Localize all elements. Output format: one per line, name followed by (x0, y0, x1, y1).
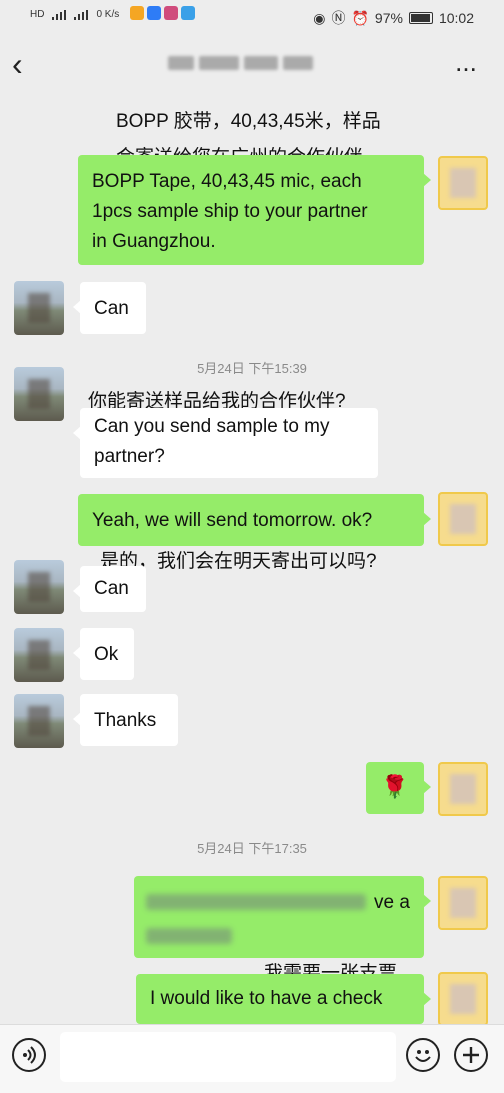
back-icon[interactable]: ‹ (12, 46, 42, 82)
message-bubble[interactable]: Thanks (73, 694, 178, 746)
avatar[interactable] (438, 492, 488, 546)
avatar[interactable] (14, 281, 64, 335)
avatar[interactable] (438, 762, 488, 816)
chat-title-blurred (168, 56, 328, 76)
avatar[interactable] (14, 367, 64, 421)
message-bubble[interactable]: Ok (73, 628, 134, 680)
message-visible-text: ve a (374, 892, 410, 913)
timestamp: 5月24日 下午17:35 (197, 841, 307, 856)
avatar[interactable] (14, 628, 64, 682)
signal-icon (74, 9, 89, 20)
avatar[interactable] (14, 560, 64, 614)
message-bubble[interactable]: BOPP Tape, 40,43,45 mic, each 1pcs sampl… (78, 155, 431, 265)
battery-icon (408, 12, 433, 24)
notification-icons (127, 6, 196, 23)
status-indicators: HD 0 K/s (30, 6, 196, 23)
translation-overlay: BOPP 胶带，40,43,45米，样品 (116, 111, 381, 132)
avatar[interactable] (438, 156, 488, 210)
message-bubble[interactable]: Can (73, 282, 146, 334)
rose-emoji[interactable]: 🌹 (366, 762, 431, 814)
message-bubble[interactable]: Yeah, we will send tomorrow. ok? (78, 494, 431, 546)
message-bubble[interactable]: Can you send sample to my partner? (73, 408, 378, 478)
alarm-icon: ⏰ (351, 9, 369, 26)
avatar[interactable] (14, 694, 64, 748)
avatar[interactable] (438, 876, 488, 930)
plus-icon[interactable] (454, 1038, 488, 1072)
timestamp: 5月24日 下午15:39 (197, 361, 307, 376)
status-bar: HD 0 K/s ◉ Ⓝ ⏰ 97% 10:02 (0, 0, 504, 34)
clock: 10:02 (438, 10, 474, 26)
battery-percent: 97% (374, 10, 403, 26)
emoji-icon[interactable] (406, 1038, 440, 1072)
more-options-icon[interactable]: ... (446, 48, 486, 82)
nfc-icon: Ⓝ (331, 10, 346, 26)
eye-icon: ◉ (313, 9, 326, 26)
signal-icon (52, 9, 67, 20)
hd-label: HD (30, 9, 45, 20)
status-right: ◉ Ⓝ ⏰ 97% 10:02 (313, 8, 474, 28)
network-speed: 0 K/s (96, 9, 120, 20)
avatar[interactable] (438, 972, 488, 1026)
message-input[interactable] (60, 1032, 396, 1082)
message-bubble[interactable]: Can (73, 566, 146, 612)
message-bubble[interactable]: I would like to have a check (136, 974, 431, 1024)
voice-icon[interactable] (12, 1038, 46, 1072)
message-bubble-blurred[interactable]: ve a (134, 876, 431, 958)
